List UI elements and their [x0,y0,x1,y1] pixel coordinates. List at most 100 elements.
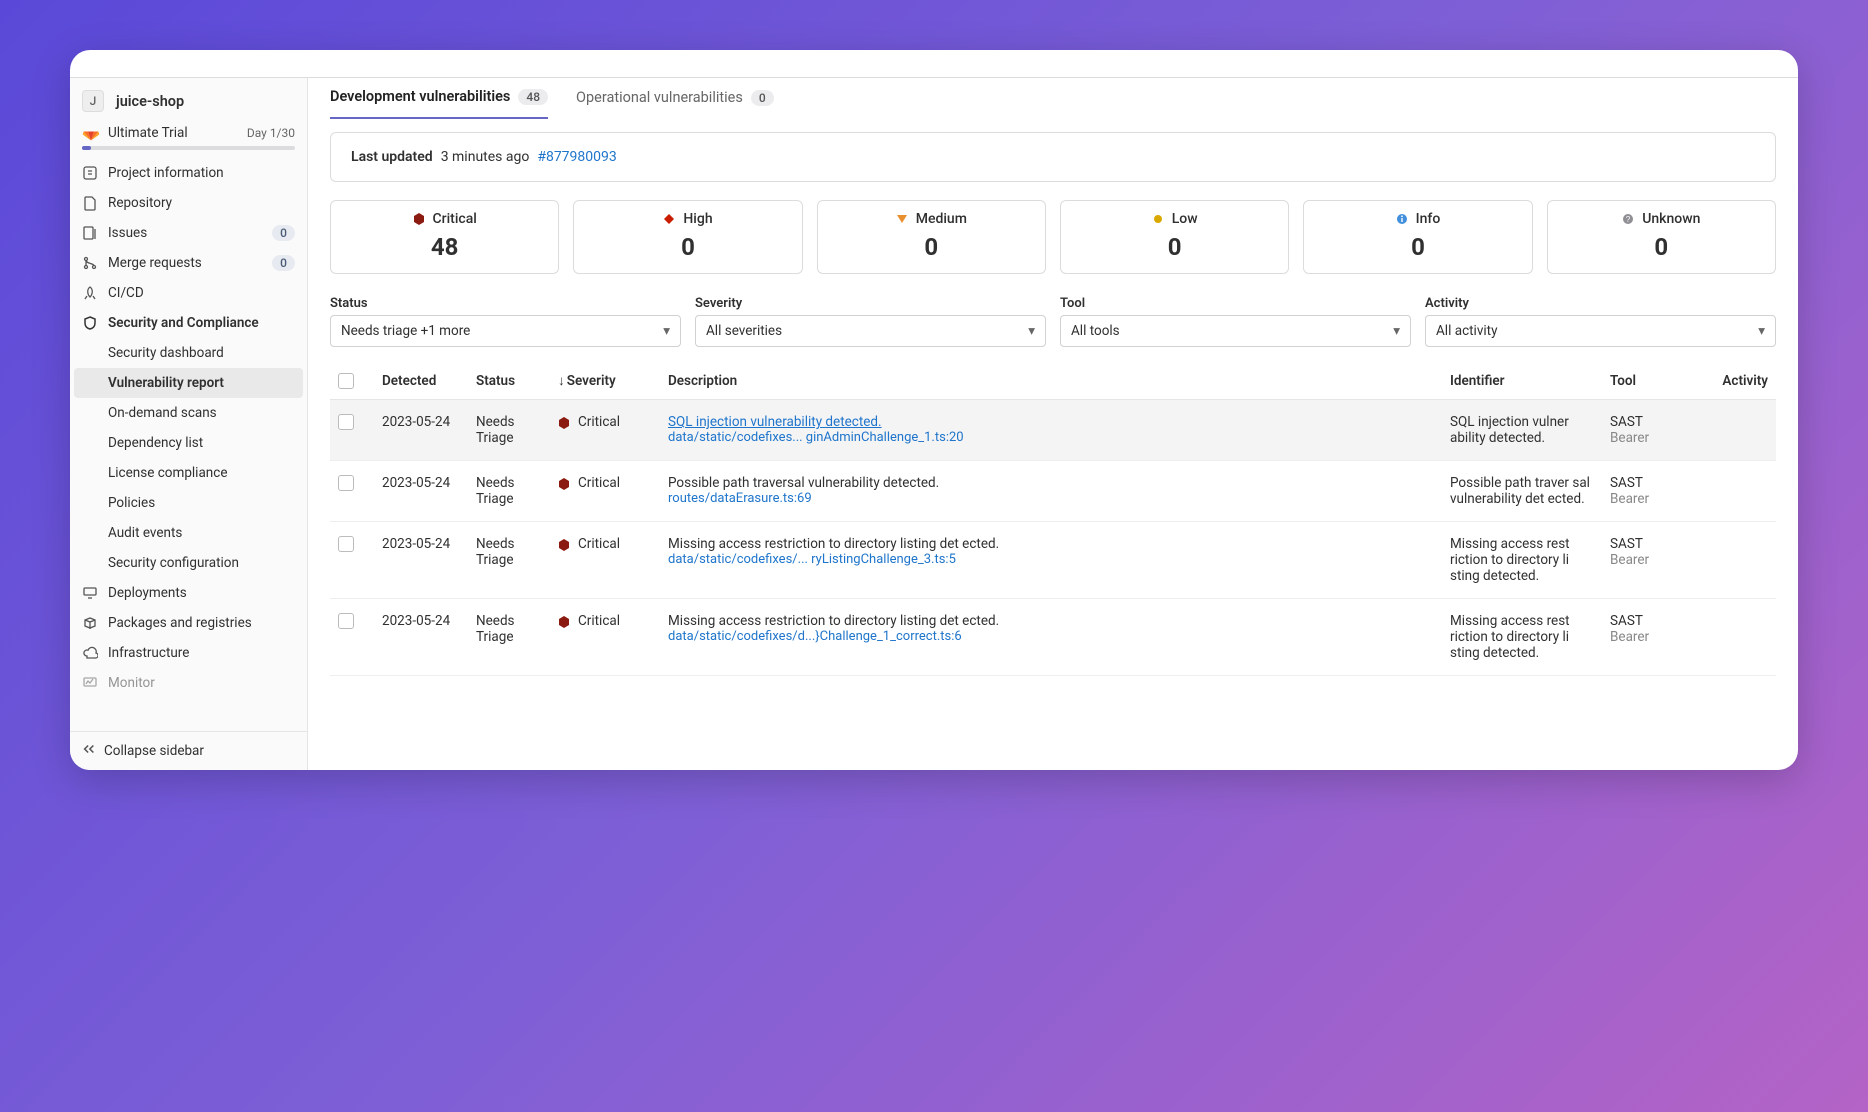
sub-item-label: License compliance [108,465,295,481]
filter-value: Needs triage +1 more [341,323,470,339]
sub-item-vulnerability-report[interactable]: Vulnerability report [74,368,303,398]
vulnerability-path-link[interactable]: data/static/codefixes/d...}Challenge_1_c… [668,629,1440,644]
column-identifier[interactable]: Identifier [1450,373,1600,389]
table-row[interactable]: 2023-05-24 Needs Triage Critical Missing… [330,599,1776,676]
status-value: Needs Triage [476,536,548,568]
hexagon-icon [558,616,570,628]
sub-item-label: Dependency list [108,435,295,451]
sub-item-label: Policies [108,495,295,511]
circle-icon [1152,213,1164,225]
sidebar-item-infrastructure[interactable]: Infrastructure [70,638,307,668]
sidebar-item-label: Issues [108,225,272,241]
sidebar-item-issues[interactable]: Issues 0 [70,218,307,248]
table-header: Detected Status ↓Severity Description Id… [330,363,1776,400]
detected-date: 2023-05-24 [382,536,466,552]
sidebar-item-label: Security and Compliance [108,315,295,331]
sub-item-on-demand-scans[interactable]: On-demand scans [70,398,307,428]
sub-item-license-compliance[interactable]: License compliance [70,458,307,488]
summary-label: Critical [433,211,477,227]
table-row[interactable]: 2023-05-24 Needs Triage Critical Possibl… [330,461,1776,522]
table-row[interactable]: 2023-05-24 Needs Triage Critical SQL inj… [330,400,1776,461]
vulnerability-path-link[interactable]: routes/dataErasure.ts:69 [668,491,1440,506]
column-activity[interactable]: Activity [1698,373,1768,389]
filter-value: All activity [1436,323,1497,339]
severity-cell: Critical [558,414,658,430]
severity-label: Critical [578,414,620,430]
summary-label: Low [1172,211,1198,227]
column-description[interactable]: Description [668,373,1440,389]
description-cell: SQL injection vulnerability detected. da… [668,414,1440,445]
sort-arrow-icon: ↓ [558,373,565,389]
column-severity[interactable]: ↓Severity [558,373,658,389]
filter-tool-group: Tool All tools ▾ [1060,296,1411,347]
sidebar-item-monitor[interactable]: Monitor [70,668,307,698]
filter-tool-select[interactable]: All tools ▾ [1060,315,1411,347]
sidebar-item-project-information[interactable]: Project information [70,158,307,188]
sidebar: J juice-shop Ultimate Trial Day 1/30 Pro… [70,78,308,770]
collapse-sidebar-button[interactable]: Collapse sidebar [70,731,307,770]
project-avatar: J [82,90,104,112]
last-updated-time: 3 minutes ago [441,149,530,165]
identifier-text: Possible path traver sal vulnerability d… [1450,475,1600,507]
row-checkbox[interactable] [338,475,354,491]
table-row[interactable]: 2023-05-24 Needs Triage Critical Missing… [330,522,1776,599]
trial-day: Day 1/30 [247,126,295,140]
sub-item-label: Vulnerability report [108,375,291,391]
vulnerability-path-link[interactable]: data/static/codefixes... ginAdminChallen… [668,430,1440,445]
column-tool[interactable]: Tool [1610,373,1688,389]
sidebar-item-merge-requests[interactable]: Merge requests 0 [70,248,307,278]
sub-item-policies[interactable]: Policies [70,488,307,518]
vulnerability-path-link[interactable]: data/static/codefixes/... ryListingChall… [668,552,1440,567]
chevron-left-icon [82,742,96,760]
sidebar-item-cicd[interactable]: CI/CD [70,278,307,308]
status-value: Needs Triage [476,414,548,446]
row-checkbox[interactable] [338,536,354,552]
window-top-border [70,50,1798,78]
severity-label: Critical [578,613,620,629]
vulnerability-title-link[interactable]: SQL injection vulnerability detected. [668,414,1440,430]
filter-severity-group: Severity All severities ▾ [695,296,1046,347]
row-checkbox[interactable] [338,414,354,430]
sidebar-item-security[interactable]: Security and Compliance [70,308,307,338]
status-value: Needs Triage [476,475,548,507]
filter-activity-select[interactable]: All activity ▾ [1425,315,1776,347]
summary-card-critical[interactable]: Critical 48 [330,200,559,274]
trial-row[interactable]: Ultimate Trial Day 1/30 [70,118,307,144]
sub-item-dependency-list[interactable]: Dependency list [70,428,307,458]
hexagon-icon [558,417,570,429]
vulnerability-title: Possible path traversal vulnerability de… [668,475,1440,491]
select-all-checkbox[interactable] [338,373,354,389]
row-checkbox[interactable] [338,613,354,629]
filter-status-select[interactable]: Needs triage +1 more ▾ [330,315,681,347]
summary-card-high[interactable]: High 0 [573,200,802,274]
summary-card-low[interactable]: Low 0 [1060,200,1289,274]
pipeline-link[interactable]: #877980093 [537,149,616,165]
rocket-icon [82,285,98,301]
sub-item-label: Security dashboard [108,345,295,361]
sub-item-label: Audit events [108,525,295,541]
package-icon [82,615,98,631]
summary-card-medium[interactable]: Medium 0 [817,200,1046,274]
sidebar-item-deployments[interactable]: Deployments [70,578,307,608]
sub-item-security-configuration[interactable]: Security configuration [70,548,307,578]
sub-item-audit-events[interactable]: Audit events [70,518,307,548]
sub-item-security-dashboard[interactable]: Security dashboard [70,338,307,368]
question-circle-icon: ? [1622,213,1634,225]
summary-label: Unknown [1642,211,1700,227]
project-header[interactable]: J juice-shop [70,84,307,118]
issues-count-badge: 0 [272,225,295,241]
column-detected[interactable]: Detected [382,373,466,389]
summary-card-info[interactable]: Info 0 [1303,200,1532,274]
sidebar-item-repository[interactable]: Repository [70,188,307,218]
tab-development-vulnerabilities[interactable]: Development vulnerabilities 48 [330,82,548,119]
filter-severity-select[interactable]: All severities ▾ [695,315,1046,347]
column-status[interactable]: Status [476,373,548,389]
tool-cell: SAST Bearer [1610,414,1688,446]
summary-card-unknown[interactable]: ? Unknown 0 [1547,200,1776,274]
sidebar-item-packages[interactable]: Packages and registries [70,608,307,638]
deploy-icon [82,585,98,601]
table-body: 2023-05-24 Needs Triage Critical SQL inj… [330,400,1776,676]
summary-count: 48 [345,233,544,261]
tab-operational-vulnerabilities[interactable]: Operational vulnerabilities 0 [576,82,774,119]
project-name: juice-shop [116,93,184,110]
